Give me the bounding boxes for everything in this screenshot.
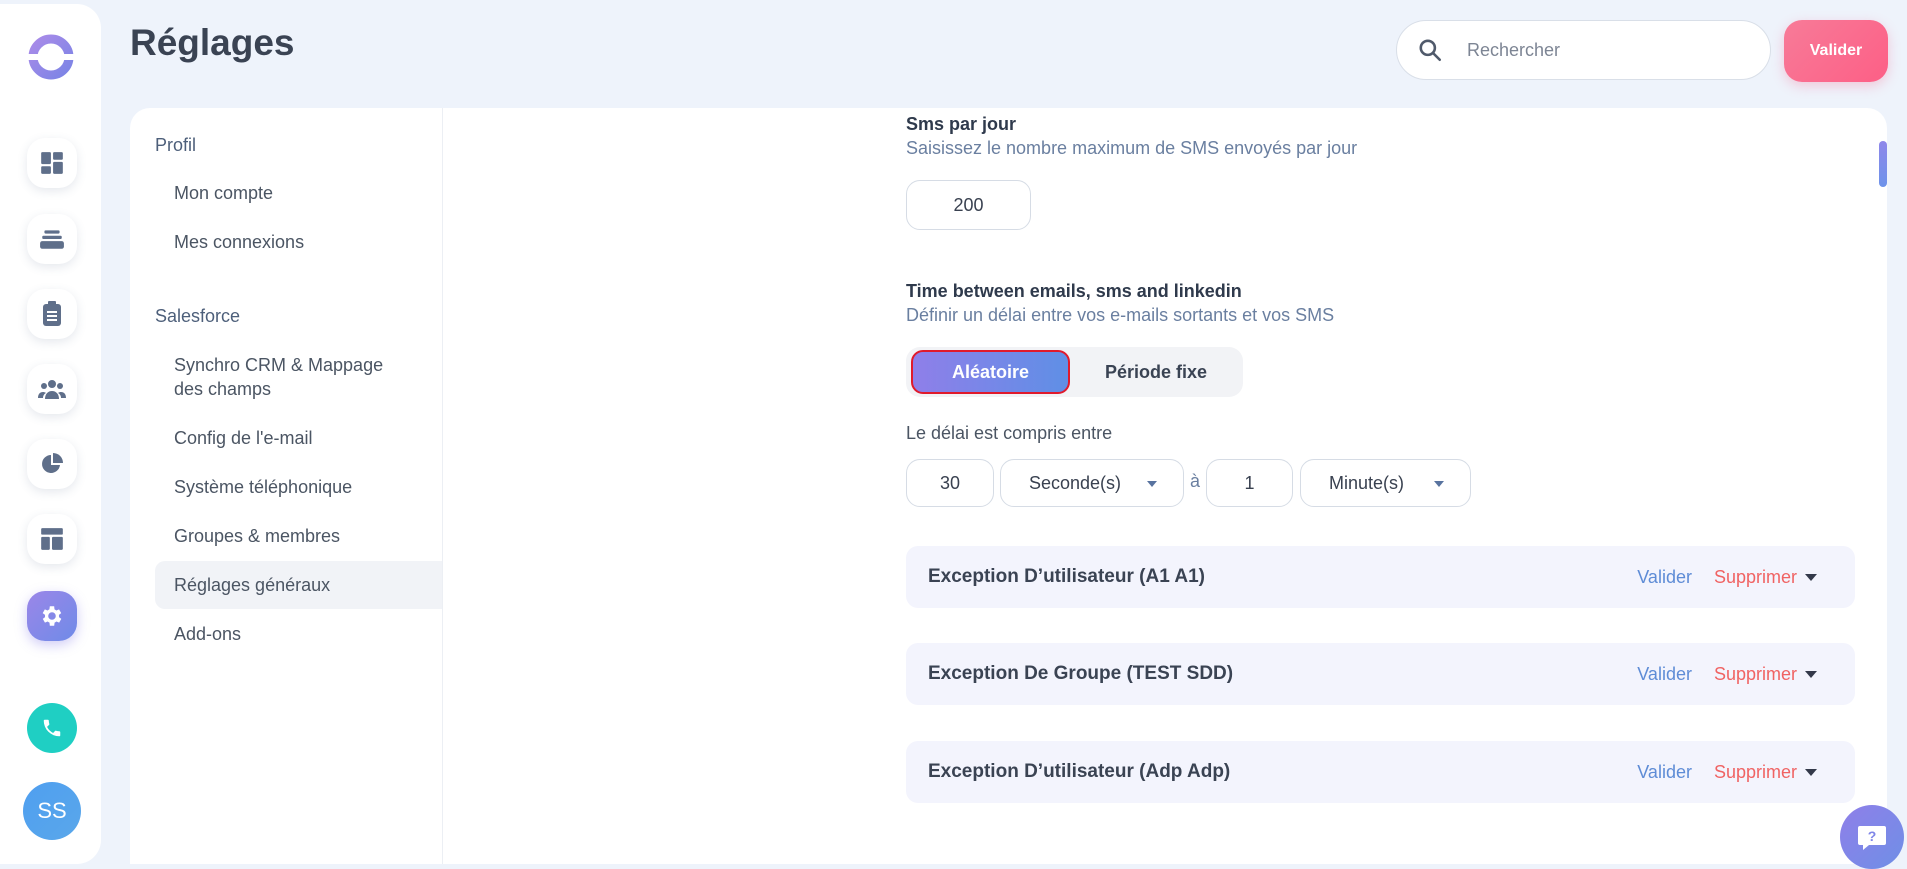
delay-max-input[interactable] xyxy=(1206,459,1293,507)
search-box[interactable] xyxy=(1396,20,1771,80)
delay-range-label: Le délai est compris entre xyxy=(906,423,1113,443)
delay-max-unit-select[interactable]: Minute(s) xyxy=(1300,459,1471,507)
delay-min-unit-value: Seconde(s) xyxy=(1029,472,1122,493)
team-nav-button[interactable] xyxy=(27,364,77,414)
tasks-nav-button[interactable] xyxy=(27,289,77,339)
pie-chart-icon xyxy=(42,453,63,473)
chevron-down-icon[interactable] xyxy=(1805,768,1817,776)
svg-text:?: ? xyxy=(1868,828,1877,844)
nav-item-synchro-crm[interactable]: Synchro CRM & Mappage des champs xyxy=(155,353,412,401)
settings-menu: Profil Mon compte Mes connexions Salesfo… xyxy=(130,108,443,864)
nav-item-mon-compte[interactable]: Mon compte xyxy=(155,181,412,205)
time-between-description: Définir un délai entre vos e-mails sorta… xyxy=(906,305,1335,325)
templates-nav-button[interactable] xyxy=(27,514,77,564)
chevron-down-icon[interactable] xyxy=(1805,573,1817,581)
exception-delete-link[interactable]: Supprimer xyxy=(1714,567,1797,588)
sms-per-day-description: Saisissez le nombre maximum de SMS envoy… xyxy=(906,138,1358,158)
exception-title: Exception D’utilisateur (Adp Adp) xyxy=(928,761,1231,782)
dashboard-nav-button[interactable] xyxy=(27,138,77,188)
nav-section-profil: Profil xyxy=(155,135,197,155)
nav-item-mes-connexions[interactable]: Mes connexions xyxy=(155,230,412,254)
range-separator: à xyxy=(1190,471,1201,491)
nav-item-config-email[interactable]: Config de l'e-mail xyxy=(155,426,412,450)
exception-title: Exception D’utilisateur (A1 A1) xyxy=(928,566,1205,587)
user-avatar[interactable]: SS xyxy=(23,782,81,840)
delay-min-unit-select[interactable]: Seconde(s) xyxy=(1000,459,1184,507)
exception-validate-link[interactable]: Valider xyxy=(1637,567,1692,588)
nav-section-salesforce: Salesforce xyxy=(155,306,241,326)
gear-icon xyxy=(42,606,62,626)
layout-icon xyxy=(41,528,63,550)
chevron-down-icon xyxy=(1434,481,1444,487)
nav-item-add-ons[interactable]: Add-ons xyxy=(155,622,412,646)
inbox-nav-button[interactable] xyxy=(27,214,77,264)
reports-nav-button[interactable] xyxy=(27,439,77,489)
search-input[interactable] xyxy=(1465,38,1749,62)
help-button[interactable]: ? xyxy=(1840,805,1904,869)
exception-validate-link[interactable]: Valider xyxy=(1637,762,1692,783)
avatar-initials: SS xyxy=(37,798,67,823)
exception-delete-link[interactable]: Supprimer xyxy=(1714,762,1797,783)
clipboard-icon xyxy=(43,301,61,326)
chevron-down-icon[interactable] xyxy=(1805,670,1817,678)
time-between-title: Time between emails, sms and linkedin xyxy=(906,281,1242,301)
app-logo[interactable] xyxy=(27,33,75,81)
exception-title: Exception De Groupe (TEST SDD) xyxy=(928,663,1234,684)
phone-icon xyxy=(43,719,61,737)
delay-mode-fixed-option[interactable]: Période fixe xyxy=(1071,350,1241,394)
delay-mode-random-option[interactable]: Aléatoire xyxy=(911,350,1070,394)
settings-nav-button[interactable] xyxy=(27,591,77,641)
delay-max-unit-value: Minute(s) xyxy=(1329,472,1405,493)
page-title: Réglages xyxy=(130,22,295,63)
content-scrollbar[interactable] xyxy=(1879,141,1887,187)
chevron-down-icon xyxy=(1147,481,1157,487)
help-chat-icon: ? xyxy=(1858,826,1886,850)
sms-per-day-input[interactable] xyxy=(906,180,1031,230)
nav-item-reglages-generaux[interactable]: Réglages généraux xyxy=(155,561,442,609)
exception-validate-link[interactable]: Valider xyxy=(1637,664,1692,685)
dashboard-icon xyxy=(41,152,63,174)
delay-min-input[interactable] xyxy=(906,459,994,507)
inbox-icon xyxy=(40,230,64,249)
team-icon xyxy=(38,380,66,399)
nav-item-systeme-telephonique[interactable]: Système téléphonique xyxy=(155,475,412,499)
exception-row[interactable]: Exception De Groupe (TEST SDD) Valider S… xyxy=(906,643,1855,705)
sms-per-day-title: Sms par jour xyxy=(906,114,1017,134)
exception-delete-link[interactable]: Supprimer xyxy=(1714,664,1797,685)
search-icon xyxy=(1419,39,1442,62)
delay-mode-toggle: Aléatoire Période fixe xyxy=(906,347,1243,397)
validate-button[interactable]: Valider xyxy=(1784,20,1888,82)
phone-button[interactable] xyxy=(27,703,77,753)
nav-item-groupes-membres[interactable]: Groupes & membres xyxy=(155,524,412,548)
app-sidebar: SS xyxy=(0,4,101,864)
exception-row[interactable]: Exception D’utilisateur (A1 A1) Valider … xyxy=(906,546,1855,608)
exception-row[interactable]: Exception D’utilisateur (Adp Adp) Valide… xyxy=(906,741,1855,803)
